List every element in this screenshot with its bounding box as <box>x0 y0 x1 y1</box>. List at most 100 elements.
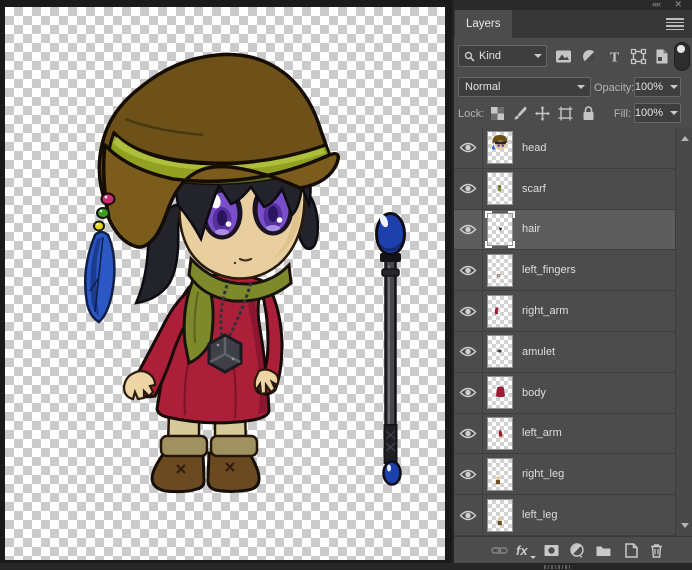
opacity-value-field[interactable]: 100% <box>634 77 668 97</box>
layer-row[interactable]: right_arm <box>454 291 675 332</box>
eye-icon <box>459 143 477 153</box>
filtering-toggle-switch[interactable] <box>674 42 690 71</box>
eye-icon <box>459 428 477 439</box>
layer-name[interactable]: left_fingers <box>522 264 576 276</box>
layer-row[interactable]: head <box>454 128 675 169</box>
layer-name[interactable]: amulet <box>522 346 555 358</box>
lock-transparent-pixels-icon[interactable] <box>489 105 506 122</box>
layer-row[interactable]: amulet <box>454 331 675 373</box>
layer-name[interactable]: scarf <box>522 183 546 195</box>
layer-row[interactable]: scarf <box>454 168 675 210</box>
panel-tab-bar: Layers <box>454 10 692 38</box>
scroll-down-icon[interactable] <box>681 523 689 528</box>
layer-visibility-toggle[interactable] <box>454 209 483 250</box>
layer-name[interactable]: body <box>522 387 546 399</box>
fx-label: fx <box>516 543 528 558</box>
lock-position-icon[interactable] <box>534 105 551 122</box>
layer-visibility-toggle[interactable] <box>454 372 483 413</box>
eye-icon <box>459 347 477 357</box>
adjustment-layer-filter-icon[interactable] <box>581 48 598 65</box>
panel-footer: fx <box>454 536 692 564</box>
chevron-down-icon <box>577 85 584 90</box>
layer-visibility-toggle[interactable] <box>454 454 483 495</box>
lock-all-icon[interactable] <box>580 105 597 122</box>
fill-dropdown-button[interactable] <box>667 103 681 123</box>
layer-thumbnail[interactable] <box>487 294 513 328</box>
layer-thumbnail[interactable] <box>487 376 513 410</box>
new-adjustment-layer-icon[interactable] <box>569 542 586 559</box>
layer-thumbnail[interactable] <box>487 457 513 491</box>
opacity-label: Opacity: <box>594 82 635 94</box>
layer-name[interactable]: right_leg <box>522 468 564 480</box>
eye-icon <box>459 265 477 275</box>
lock-artboard-icon[interactable] <box>557 105 574 122</box>
layer-thumbnail[interactable] <box>487 131 513 165</box>
opacity-dropdown-button[interactable] <box>667 77 681 97</box>
link-layers-icon[interactable] <box>491 542 508 559</box>
layer-row[interactable]: right_leg <box>454 454 675 496</box>
layer-visibility-toggle[interactable] <box>454 413 483 454</box>
opacity-value: 100% <box>634 81 663 93</box>
layer-visibility-toggle[interactable] <box>454 168 483 209</box>
panel-title-strip: «« ✕ <box>454 0 692 10</box>
close-panel-icon[interactable]: ✕ <box>674 0 682 9</box>
layer-name[interactable]: head <box>522 142 546 154</box>
add-layer-mask-icon[interactable] <box>543 542 560 559</box>
filter-row: Kind T <box>454 38 692 72</box>
fill-value: 100% <box>634 107 663 119</box>
panel-resize-gripper[interactable] <box>544 565 570 569</box>
layer-thumbnail[interactable] <box>487 172 513 206</box>
lock-image-pixels-icon[interactable] <box>512 105 529 122</box>
eye-icon <box>459 387 477 398</box>
layer-thumbnail[interactable] <box>487 416 513 450</box>
layer-name[interactable]: left_arm <box>522 427 562 439</box>
layer-row[interactable]: left_leg <box>454 495 675 536</box>
new-group-icon[interactable] <box>595 542 612 559</box>
lock-label: Lock: <box>458 108 485 120</box>
eye-icon <box>459 224 477 235</box>
type-layer-filter-icon[interactable]: T <box>606 48 623 66</box>
eye-icon <box>459 306 477 316</box>
panel-menu-icon[interactable] <box>666 18 684 30</box>
blend-mode-value: Normal <box>465 81 501 93</box>
eye-icon <box>459 510 477 520</box>
layer-row[interactable]: body <box>454 372 675 414</box>
smart-object-filter-icon[interactable] <box>653 48 670 65</box>
layer-visibility-toggle[interactable] <box>454 250 483 291</box>
fill-label: Fill: <box>613 108 631 120</box>
layer-row[interactable]: left_fingers <box>454 250 675 292</box>
collapse-panels-icon[interactable]: «« <box>652 0 661 9</box>
new-layer-icon[interactable] <box>622 542 639 559</box>
layer-visibility-toggle[interactable] <box>454 495 483 535</box>
filter-kind-dropdown[interactable]: Kind <box>458 45 547 67</box>
layer-visibility-toggle[interactable] <box>454 291 483 331</box>
layer-name[interactable]: hair <box>522 223 540 235</box>
blend-mode-dropdown[interactable]: Normal <box>458 77 591 97</box>
fill-value-field[interactable]: 100% <box>634 103 668 123</box>
scroll-up-icon[interactable] <box>681 136 689 141</box>
document-canvas[interactable] <box>5 7 445 560</box>
layer-thumbnail[interactable] <box>487 335 513 369</box>
layer-visibility-toggle[interactable] <box>454 128 483 168</box>
blend-row: Normal Opacity: 100% <box>454 72 692 102</box>
layers-panel: «« ✕ Layers Kind T Normal Opacity: 100% … <box>452 0 692 564</box>
layer-row[interactable]: hair <box>454 209 675 251</box>
layer-thumbnail[interactable] <box>487 253 513 287</box>
pixel-layer-filter-icon[interactable] <box>555 48 572 65</box>
layer-styles-icon[interactable]: fx <box>516 542 536 559</box>
layer-thumbnail[interactable] <box>485 210 515 248</box>
filter-kind-label: Kind <box>479 50 502 62</box>
layer-row[interactable]: left_arm <box>454 413 675 455</box>
shape-layer-filter-icon[interactable] <box>630 48 647 65</box>
tab-layers[interactable]: Layers <box>455 10 512 38</box>
character-artwork <box>83 52 406 494</box>
layer-name[interactable]: left_leg <box>522 509 557 521</box>
layer-visibility-toggle[interactable] <box>454 331 483 372</box>
layers-scrollbar[interactable] <box>675 128 692 536</box>
layer-thumbnail[interactable] <box>487 498 513 532</box>
eye-icon <box>459 183 477 194</box>
delete-layer-icon[interactable] <box>648 542 665 559</box>
eye-icon <box>459 469 477 479</box>
layer-name[interactable]: right_arm <box>522 305 568 317</box>
svg-text:T: T <box>610 51 620 66</box>
